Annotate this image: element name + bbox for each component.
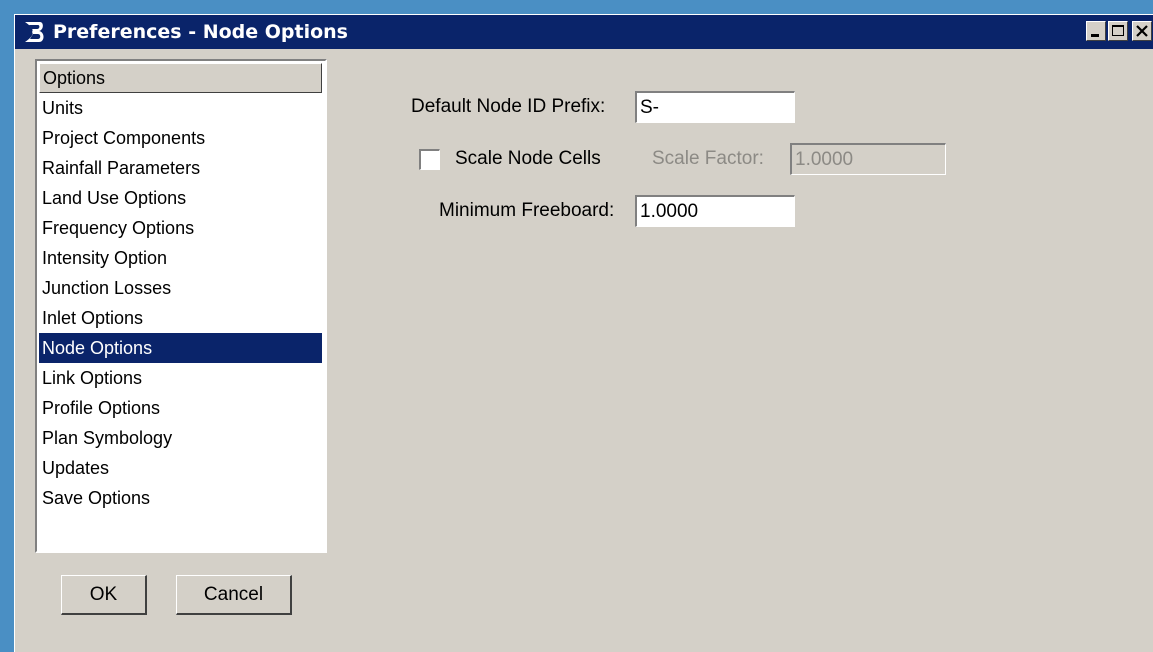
options-item-plan-symbology[interactable]: Plan Symbology	[39, 423, 322, 453]
scale-factor-label: Scale Factor:	[652, 148, 764, 169]
options-item-units[interactable]: Units	[39, 93, 322, 123]
options-item-junction-losses[interactable]: Junction Losses	[39, 273, 322, 303]
window-title: Preferences - Node Options	[53, 21, 348, 43]
minimize-icon	[1091, 34, 1099, 37]
options-item-land-use-options[interactable]: Land Use Options	[39, 183, 322, 213]
scale-node-cells-checkbox[interactable]	[419, 149, 440, 170]
options-item-link-options[interactable]: Link Options	[39, 363, 322, 393]
options-item-updates[interactable]: Updates	[39, 453, 322, 483]
ok-button[interactable]: OK	[61, 575, 147, 615]
scale-node-cells-label[interactable]: Scale Node Cells	[455, 145, 601, 173]
scale-factor-field	[790, 143, 946, 175]
options-item-project-components[interactable]: Project Components	[39, 123, 322, 153]
options-item-profile-options[interactable]: Profile Options	[39, 393, 322, 423]
bentley-b-icon	[21, 19, 47, 45]
title-bar[interactable]: Preferences - Node Options	[15, 15, 1153, 49]
options-listbox[interactable]: Options Units Project Components Rainfal…	[35, 59, 327, 553]
options-list-header[interactable]: Options	[39, 63, 322, 93]
minimize-button[interactable]	[1086, 21, 1106, 41]
options-item-save-options[interactable]: Save Options	[39, 483, 322, 513]
minimum-freeboard-label: Minimum Freeboard:	[439, 200, 615, 221]
preferences-dialog: Preferences - Node Options Options Units…	[14, 14, 1153, 652]
node-id-prefix-label: Default Node ID Prefix:	[411, 96, 606, 117]
close-button[interactable]	[1132, 21, 1152, 41]
options-item-node-options[interactable]: Node Options	[39, 333, 322, 363]
maximize-button[interactable]	[1108, 21, 1128, 41]
node-id-prefix-field[interactable]	[635, 91, 795, 123]
maximize-icon	[1112, 25, 1124, 36]
options-item-inlet-options[interactable]: Inlet Options	[39, 303, 322, 333]
options-item-frequency-options[interactable]: Frequency Options	[39, 213, 322, 243]
minimum-freeboard-field[interactable]	[635, 195, 795, 227]
options-item-rainfall-parameters[interactable]: Rainfall Parameters	[39, 153, 322, 183]
close-icon	[1136, 25, 1148, 37]
options-item-intensity-option[interactable]: Intensity Option	[39, 243, 322, 273]
cancel-button[interactable]: Cancel	[176, 575, 292, 615]
